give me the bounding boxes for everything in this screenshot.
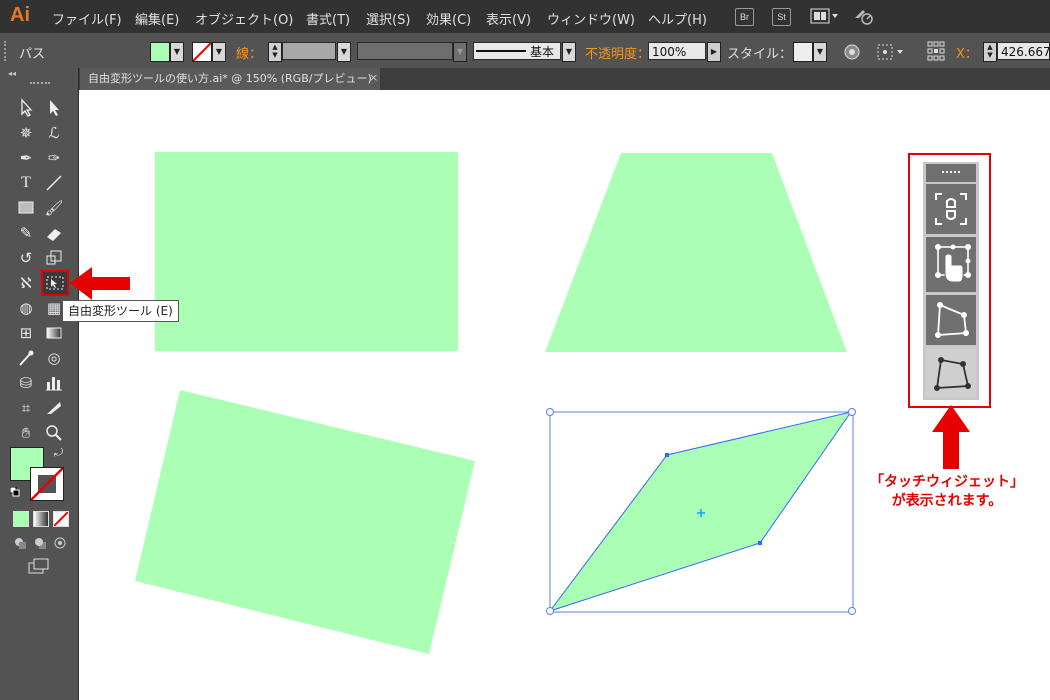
default-fill-stroke-icon[interactable] [10,487,20,497]
slice-tool-icon[interactable] [43,398,65,418]
variable-width-dropdown-arrow[interactable]: ▼ [453,42,467,62]
menu-window[interactable]: ウィンドウ(W) [547,9,635,28]
document-tab[interactable]: 自由変形ツールの使い方.ai* @ 150% (RGB/プレビュー) [80,68,380,90]
eraser-tool-icon[interactable] [43,223,65,243]
stock-button[interactable]: St [772,8,791,26]
stroke-color-swatch[interactable] [192,42,212,62]
screen-mode-icon[interactable] [28,558,50,576]
variable-width-profile-field[interactable] [357,42,453,60]
opacity-label[interactable]: 不透明度： [585,43,650,62]
artboard-canvas[interactable] [79,90,1050,700]
document-tab-bar: 自由変形ツールの使い方.ai* @ 150% (RGB/プレビュー) × [79,68,1050,90]
direct-selection-tool-icon[interactable] [43,98,65,118]
selection-tool-icon[interactable] [15,98,37,118]
graphic-style-swatch[interactable] [793,42,813,62]
stroke-color-box[interactable] [30,467,64,501]
fill-dropdown-arrow[interactable]: ▼ [170,42,184,62]
style-label: スタイル： [727,47,793,62]
menu-select[interactable]: 選択(S) [366,9,410,28]
artboard-tool-icon[interactable]: ⌗ [15,398,37,418]
panel-collapse-icon[interactable]: ◂◂ [8,69,16,78]
close-tab-icon[interactable]: × [369,71,378,84]
draw-behind-icon[interactable] [33,536,47,550]
selection-type-label: パス [19,47,46,62]
stroke-weight-label[interactable]: 線： [236,43,262,62]
bridge-button[interactable]: Br [735,8,754,26]
tools-panel: ◂◂ ✵ ℒ ✒ ✑ T 🖌︎ ✎ ↺ ℵ ◍ ▦ ⊞ ◎ ⛁ ⌗ ✋︎ ⤾ [0,68,79,700]
widget-grip[interactable] [926,164,976,182]
none-mode-icon[interactable] [53,511,69,527]
color-mode-icon[interactable] [13,511,29,527]
column-graph-tool-icon[interactable] [43,373,65,393]
stroke-dropdown-arrow[interactable]: ▼ [212,42,226,62]
scale-tool-icon[interactable] [43,248,65,268]
lasso-tool-icon[interactable]: ℒ [43,123,65,143]
stroke-weight-stepper[interactable]: ▲ ▼ [268,42,282,62]
reference-point-icon[interactable] [927,41,945,61]
rectangle-tool-icon[interactable] [15,198,37,218]
gradient-tool-icon[interactable] [43,323,65,343]
rotate-tool-icon[interactable]: ↺ [15,248,37,268]
shape-builder-tool-icon[interactable]: ◍ [15,298,37,318]
x-position-stepper[interactable]: ▲ ▼ [983,42,997,62]
draw-normal-icon[interactable] [13,536,27,550]
paintbrush-tool-icon[interactable]: 🖌︎ [43,198,65,218]
style-dropdown-arrow[interactable]: ▼ [813,42,827,62]
menu-bar: Ai ファイル(F) 編集(E) オブジェクト(O) 書式(T) 選択(S) 効… [0,0,1050,33]
annotation-line-1: 「タッチウィジェット」 [870,474,1024,490]
annotation-text: 「タッチウィジェット」 が表示されます。 [842,473,1050,511]
menu-object[interactable]: オブジェクト(O) [195,9,293,28]
hand-tool-icon[interactable]: ✋︎ [15,423,37,443]
free-transform-tool-icon[interactable] [41,270,69,296]
pen-tool-icon[interactable]: ✒ [15,148,37,168]
recolor-artwork-icon[interactable] [843,43,861,61]
menu-help[interactable]: ヘルプ(H) [648,9,707,28]
gradient-mode-icon[interactable] [33,511,49,527]
opacity-field[interactable]: 100% [648,42,706,60]
width-tool-icon[interactable]: ℵ [15,273,37,293]
brush-definition-field[interactable]: 基本 [473,42,561,60]
panel-grip[interactable] [4,41,9,61]
brush-definition-label: 基本 [530,45,555,59]
line-segment-tool-icon[interactable] [43,173,65,193]
brush-dropdown-arrow[interactable]: ▼ [562,42,576,62]
magic-wand-tool-icon[interactable]: ✵ [15,123,37,143]
type-tool-icon[interactable]: T [15,173,37,193]
menu-type[interactable]: 書式(T) [306,9,350,28]
blob-brush-tool-icon[interactable]: ✎ [15,223,37,243]
touch-widget-panel [923,162,979,400]
annotation-line-2: が表示されます。 [891,493,1003,509]
align-options-icon[interactable] [876,43,906,61]
constrain-toggle-icon[interactable] [926,184,976,234]
symbol-sprayer-tool-icon[interactable]: ⛁ [15,373,37,393]
opacity-dropdown-arrow[interactable]: ▶ [707,42,721,62]
perspective-distort-icon[interactable] [926,295,976,345]
zoom-tool-icon[interactable] [43,423,65,443]
app-logo: Ai [10,4,30,26]
control-bar: パス ▼ ▼ 線： ▲ ▼ ▼ ▼ 基本 ▼ 不透明度： 100% ▶ スタイル：… [0,33,1050,69]
arrange-documents-icon[interactable] [810,8,840,24]
gpu-performance-icon[interactable] [853,6,875,26]
menu-effect[interactable]: 効果(C) [426,9,471,28]
stroke-weight-dropdown-arrow[interactable]: ▼ [337,42,351,62]
fill-color-swatch[interactable] [150,42,170,62]
free-transform-mode-icon[interactable] [926,237,976,292]
eyedropper-tool-icon[interactable] [15,348,37,368]
x-position-field[interactable]: 426.667 [997,42,1050,60]
menu-view[interactable]: 表示(V) [486,9,531,28]
panel-grip[interactable] [30,82,50,87]
menu-file[interactable]: ファイル(F) [52,9,122,28]
free-distort-icon[interactable] [926,348,976,398]
curvature-tool-icon[interactable]: ✑ [43,148,65,168]
swap-fill-stroke-icon[interactable]: ⤾ [54,446,63,460]
x-position-label[interactable]: X： [956,43,978,62]
menu-edit[interactable]: 編集(E) [135,9,179,28]
stroke-weight-field[interactable] [282,42,336,60]
draw-inside-icon[interactable] [53,536,67,550]
blend-tool-icon[interactable]: ◎ [43,348,65,368]
tool-tooltip: 自由変形ツール (E) [62,300,179,322]
mesh-tool-icon[interactable]: ⊞ [15,323,37,343]
